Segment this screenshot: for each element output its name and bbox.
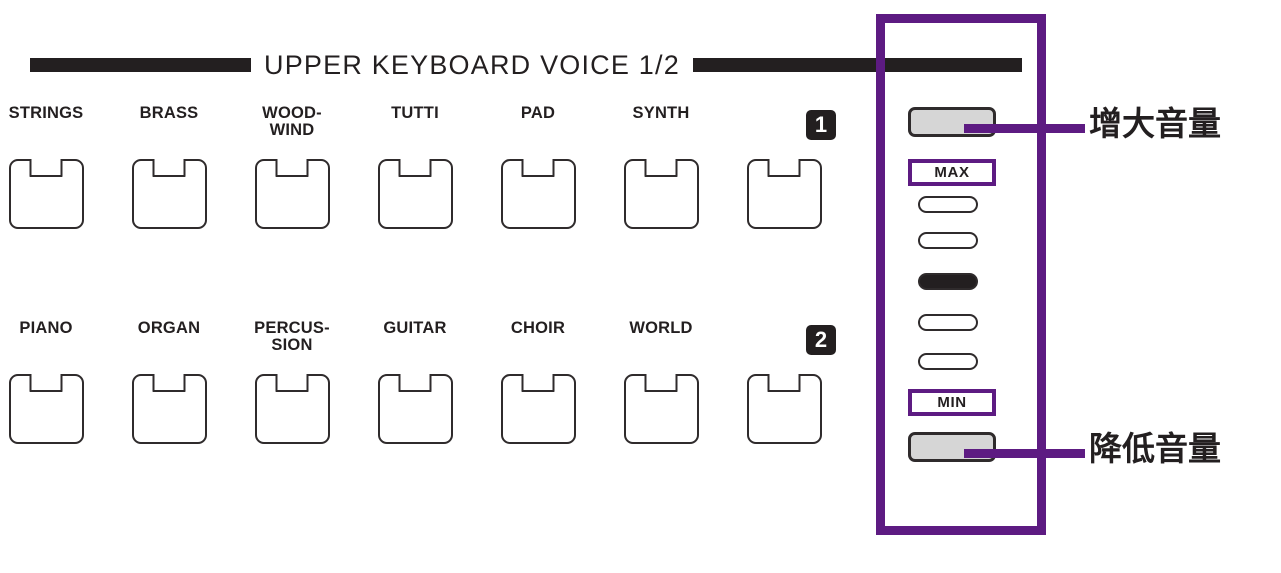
voice-label-piano: PIANO — [19, 319, 73, 337]
voice-label-tutti: TUTTI — [391, 104, 439, 122]
button-tab-icon — [521, 159, 555, 177]
voice-cell-strings: STRINGS — [0, 105, 105, 229]
button-tab-icon — [152, 159, 186, 177]
voice-label-synth: SYNTH — [632, 104, 690, 122]
voice-button-percussion[interactable] — [254, 374, 330, 444]
button-tab-icon — [521, 374, 555, 392]
voice-button-bank-2[interactable] — [746, 374, 822, 444]
voice-cell-brass: BRASS — [110, 105, 228, 229]
panel-illustration: UPPER KEYBOARD VOICE 1/2 STRINGS BRASS W… — [0, 0, 1281, 573]
voice-cell-guitar: GUITAR — [356, 320, 474, 444]
voice-cell-organ: ORGAN — [110, 320, 228, 444]
voice-label-organ: ORGAN — [137, 319, 201, 337]
voice-label-strings: STRINGS — [8, 104, 84, 122]
callout-leader-increase — [964, 124, 1085, 133]
voice-cell-synth: SYNTH — [602, 105, 720, 229]
panel-title-row: UPPER KEYBOARD VOICE 1/2 — [30, 50, 1022, 80]
volume-led-5 — [918, 353, 978, 370]
voice-button-pad[interactable] — [500, 159, 576, 229]
voice-cell-pad: PAD — [479, 105, 597, 229]
voice-button-world[interactable] — [623, 374, 699, 444]
page-title: UPPER KEYBOARD VOICE 1/2 — [264, 49, 680, 80]
button-tab-icon — [644, 159, 678, 177]
voice-cell-woodwind: WOOD- WIND — [233, 105, 351, 229]
voice-button-strings[interactable] — [8, 159, 84, 229]
button-tab-icon — [398, 374, 432, 392]
voice-cell-percussion: PERCUS- SION — [233, 320, 351, 444]
button-tab-icon — [29, 374, 63, 392]
voice-label-guitar: GUITAR — [383, 319, 447, 337]
voice-cell-tutti: TUTTI — [356, 105, 474, 229]
voice-button-bank-1[interactable] — [746, 159, 822, 229]
bank-badge-1: 1 — [806, 110, 836, 140]
button-tab-icon — [152, 374, 186, 392]
voice-button-piano[interactable] — [8, 374, 84, 444]
button-tab-icon — [767, 159, 801, 177]
button-tab-icon — [275, 159, 309, 177]
voice-button-organ[interactable] — [131, 374, 207, 444]
voice-label-brass: BRASS — [139, 104, 199, 122]
bank-badge-2: 2 — [806, 325, 836, 355]
title-rule-left — [30, 58, 251, 72]
voice-button-brass[interactable] — [131, 159, 207, 229]
voice-label-woodwind: WOOD- WIND — [262, 104, 322, 139]
button-tab-icon — [644, 374, 678, 392]
volume-led-2 — [918, 232, 978, 249]
voice-button-synth[interactable] — [623, 159, 699, 229]
button-tab-icon — [29, 159, 63, 177]
voice-label-pad: PAD — [520, 104, 556, 122]
voice-cell-world: WORLD — [602, 320, 720, 444]
volume-min-label: MIN — [908, 389, 996, 416]
volume-led-4 — [918, 314, 978, 331]
button-tab-icon — [767, 374, 801, 392]
volume-led-3 — [918, 273, 978, 290]
voice-button-choir[interactable] — [500, 374, 576, 444]
voice-button-woodwind[interactable] — [254, 159, 330, 229]
voice-cell-piano: PIANO — [0, 320, 105, 444]
button-tab-icon — [398, 159, 432, 177]
voice-label-percussion: PERCUS- SION — [254, 319, 330, 354]
voice-label-choir: CHOIR — [510, 319, 566, 337]
callout-label-increase: 增大音量 — [1089, 104, 1221, 143]
voice-button-tutti[interactable] — [377, 159, 453, 229]
callout-label-decrease: 降低音量 — [1089, 429, 1221, 468]
voice-button-guitar[interactable] — [377, 374, 453, 444]
voice-label-world: WORLD — [629, 319, 693, 337]
callout-leader-decrease — [964, 449, 1085, 458]
voice-cell-choir: CHOIR — [479, 320, 597, 444]
volume-led-1 — [918, 196, 978, 213]
volume-max-label: MAX — [908, 159, 996, 186]
button-tab-icon — [275, 374, 309, 392]
